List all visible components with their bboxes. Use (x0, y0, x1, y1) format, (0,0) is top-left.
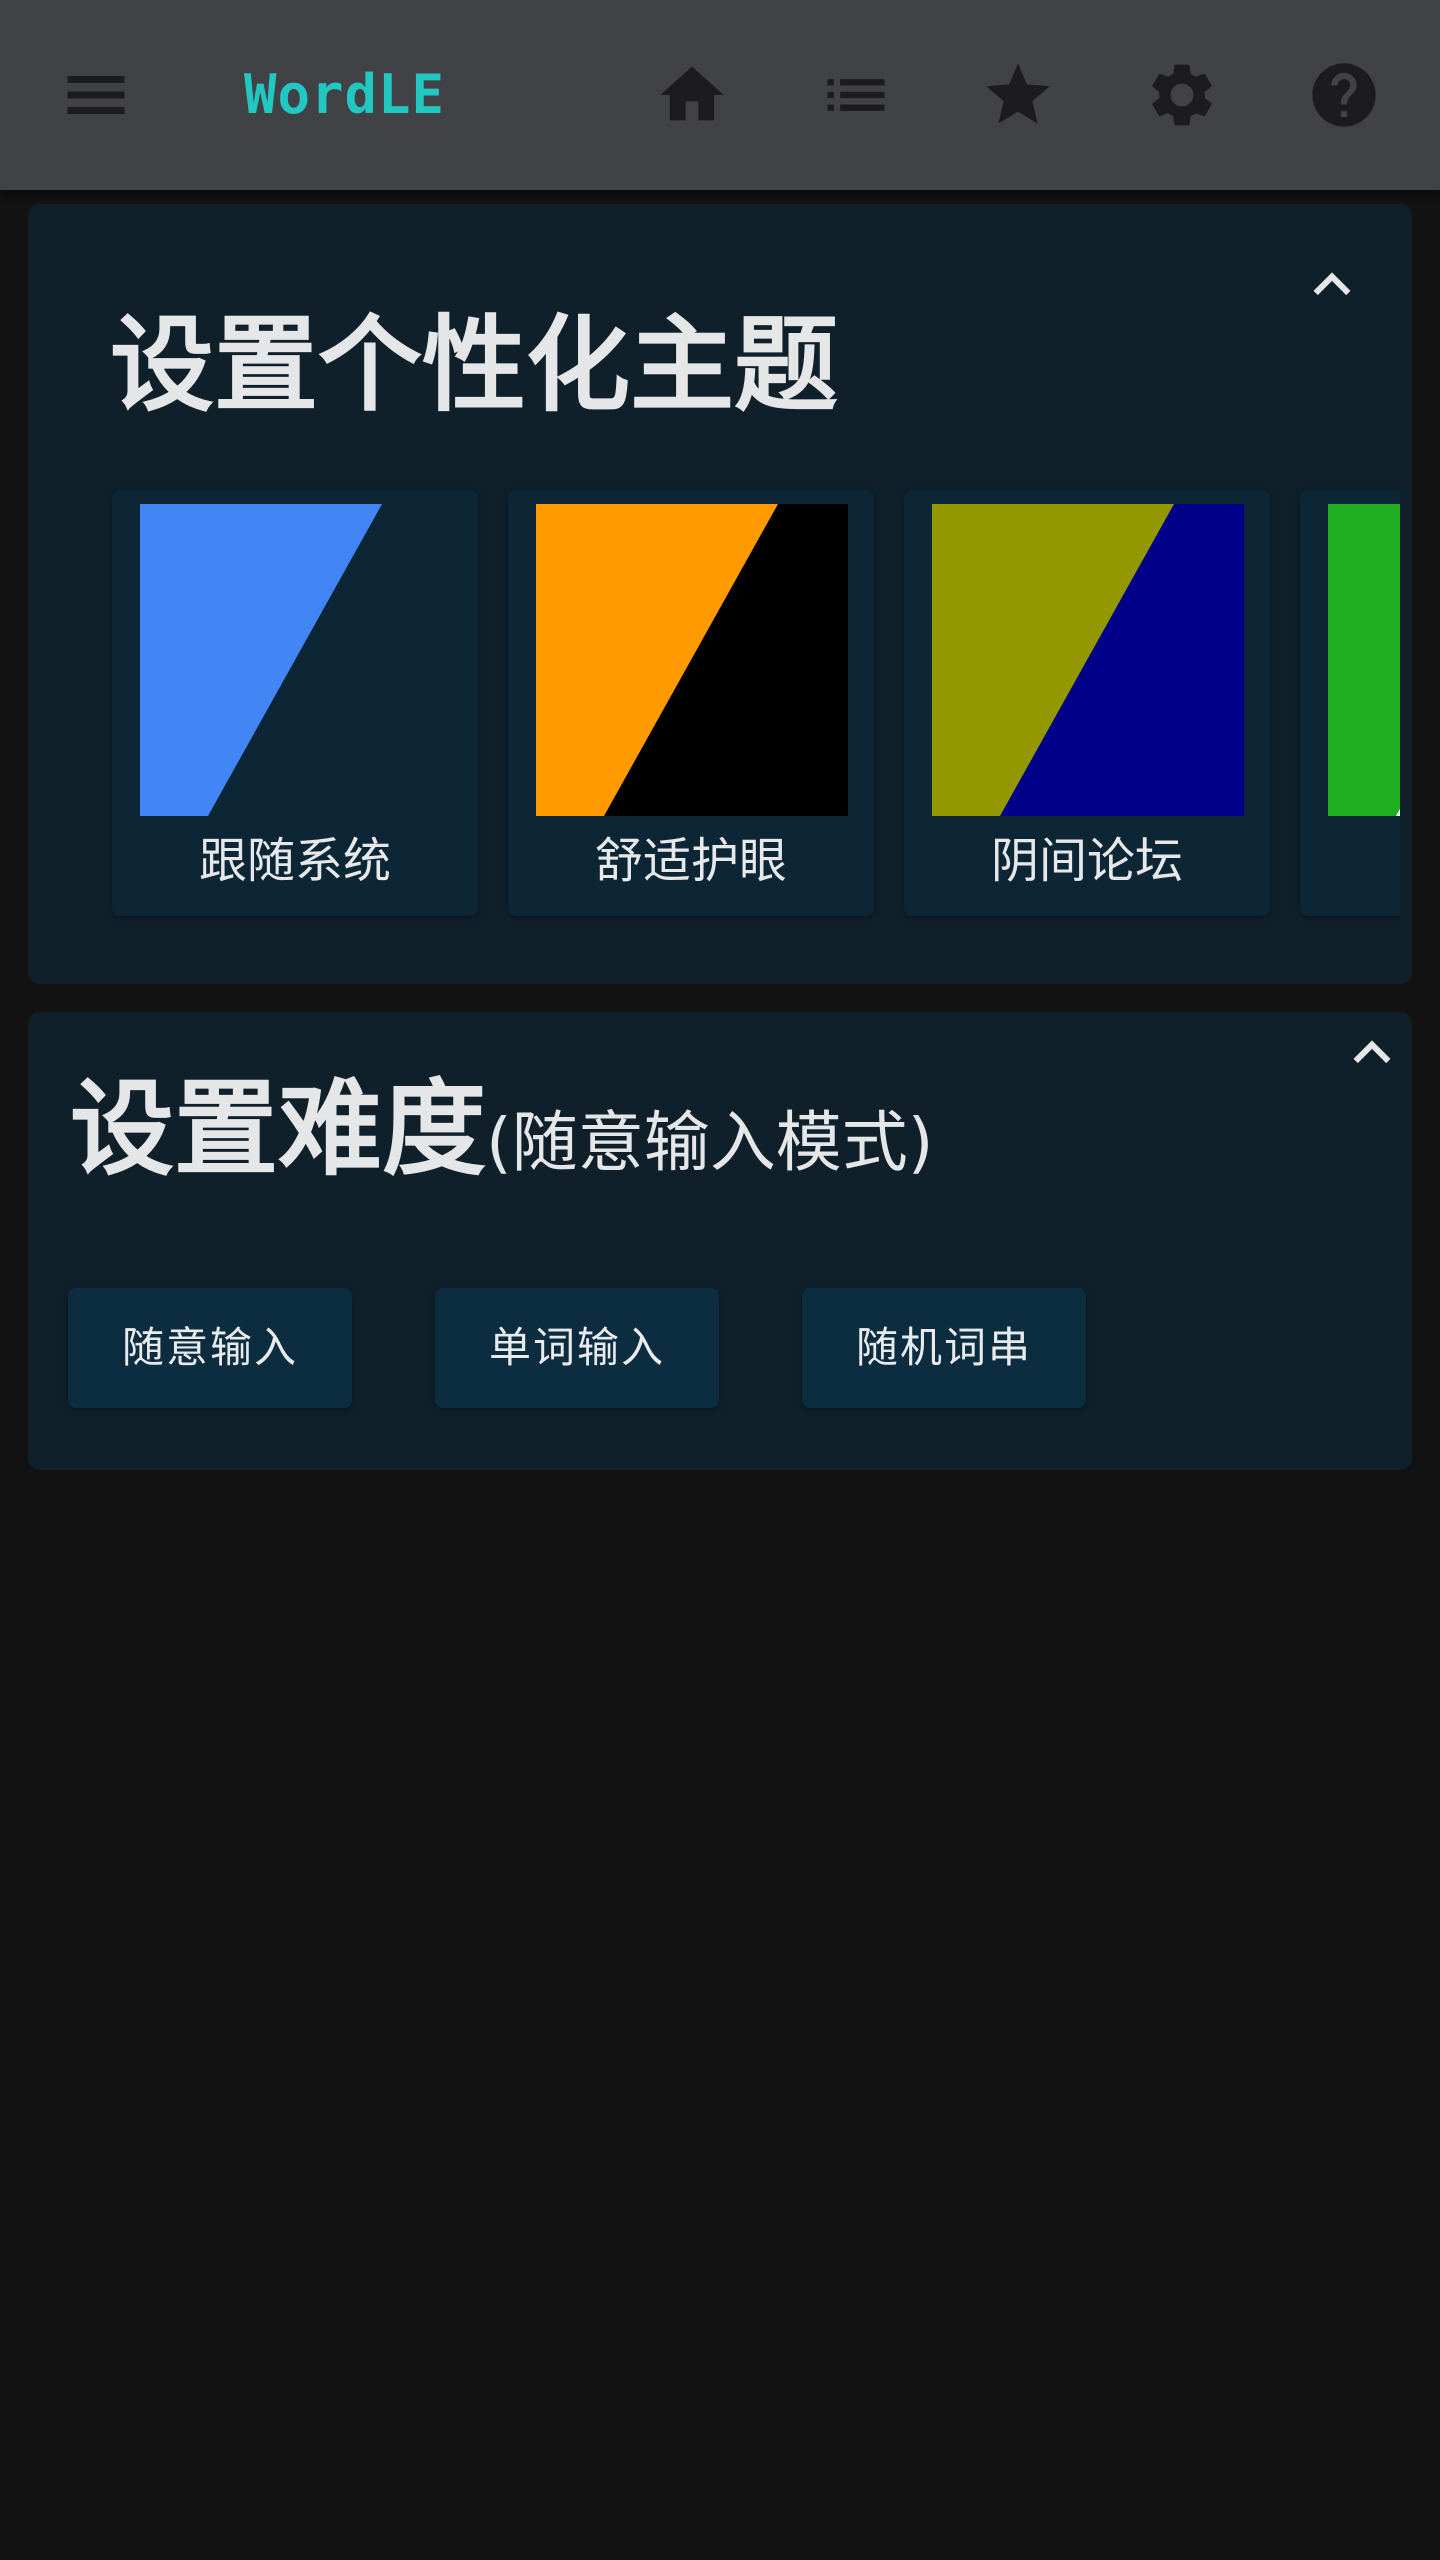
theme-tile-fourth[interactable]: 原 (1300, 490, 1400, 916)
menu-icon[interactable] (58, 57, 134, 133)
word-input-button[interactable]: 单词输入 (435, 1288, 719, 1408)
theme-swatch (536, 504, 848, 816)
theme-label: 原 (1300, 826, 1400, 896)
difficulty-card: 设置难度(随意输入模式) 随意输入 单词输入 随机词串 (28, 1012, 1412, 1470)
theme-label: 舒适护眼 (594, 833, 787, 889)
theme-tile-dark-forum[interactable]: 阴间论坛 (904, 490, 1270, 916)
theme-section-title: 设置个性化主题 (110, 304, 839, 426)
theme-label: 跟随系统 (198, 833, 391, 889)
difficulty-title: 设置难度 (70, 1068, 487, 1190)
difficulty-subtitle: (随意输入模式) (486, 1104, 934, 1181)
theme-swatch (1328, 504, 1400, 816)
chevron-up-icon[interactable] (1344, 1026, 1400, 1082)
theme-swatch (932, 504, 1244, 816)
theme-card: 设置个性化主题 跟随系统 舒适护眼 阴间论坛 (28, 204, 1412, 984)
star-icon[interactable] (980, 57, 1056, 133)
home-icon[interactable] (654, 57, 730, 133)
gear-icon[interactable] (1144, 57, 1220, 133)
free-input-button[interactable]: 随意输入 (68, 1288, 352, 1408)
theme-list[interactable]: 跟随系统 舒适护眼 阴间论坛 (82, 486, 1400, 922)
help-icon[interactable] (1306, 57, 1382, 133)
random-string-button[interactable]: 随机词串 (802, 1288, 1086, 1408)
list-icon[interactable] (818, 57, 894, 133)
theme-swatch (140, 504, 452, 816)
difficulty-section-title: 设置难度(随意输入模式) (70, 1064, 934, 1225)
chevron-up-icon[interactable] (1304, 258, 1360, 314)
app-bar: WordLE (0, 0, 1440, 190)
theme-label: 阴间论坛 (990, 833, 1183, 889)
app-title: WordLE (244, 63, 446, 126)
theme-tile-follow-system[interactable]: 跟随系统 (112, 490, 478, 916)
theme-tile-eye-care[interactable]: 舒适护眼 (508, 490, 874, 916)
